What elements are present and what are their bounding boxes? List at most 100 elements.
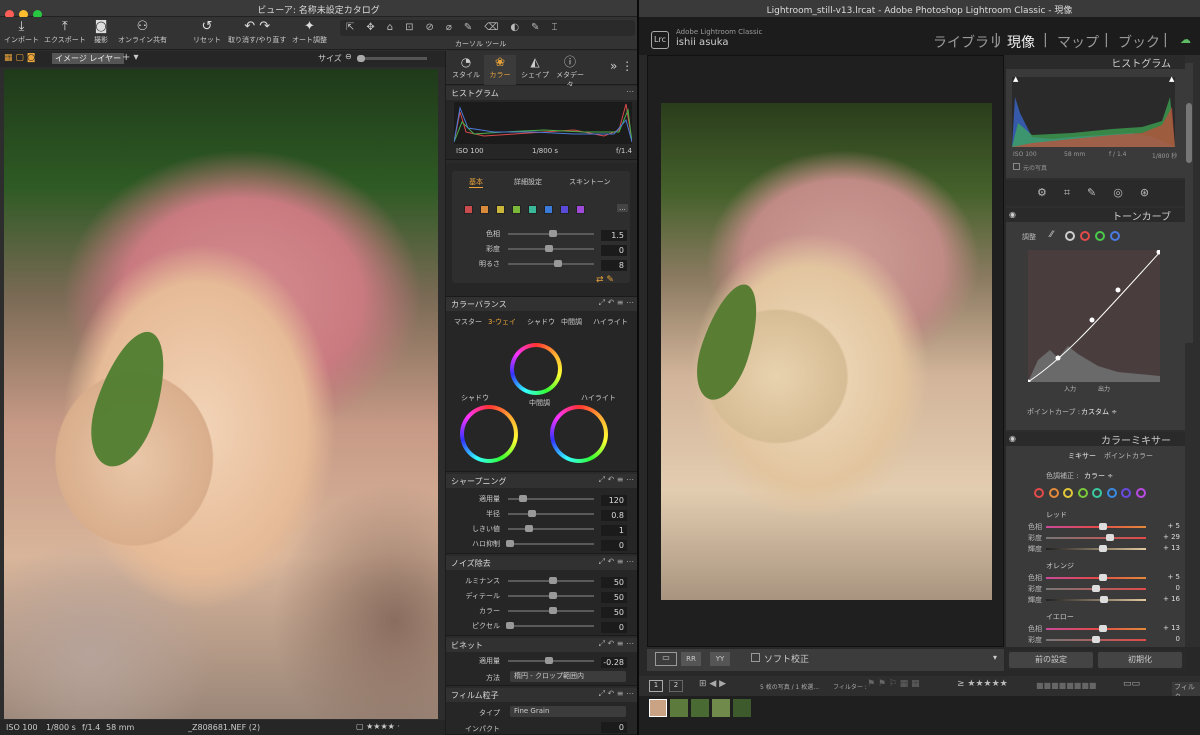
undo-redo-button[interactable]: ↶ ↷ 取り消す/やり直す — [228, 19, 286, 45]
grid-nav-icon[interactable]: ⊞ ◀ ▶ — [699, 679, 726, 689]
grain-impact-value[interactable]: 0 — [601, 722, 627, 733]
slider-knob[interactable] — [1099, 625, 1107, 632]
slider-knob[interactable] — [553, 260, 562, 267]
slider-knob[interactable] — [544, 657, 553, 664]
adjust-slider[interactable] — [508, 607, 594, 614]
before-after-icon[interactable]: YY — [710, 652, 730, 666]
mixer-color-ring[interactable] — [1063, 488, 1073, 498]
color-editor-value[interactable]: 0 — [601, 245, 627, 256]
mixer-row-value[interactable]: 0 — [1156, 635, 1180, 643]
cb-tab-master[interactable]: マスター — [454, 317, 482, 327]
red-curve-ring[interactable] — [1080, 231, 1090, 241]
cloud-sync-icon[interactable]: ☁ — [1180, 33, 1191, 46]
mixer-slider[interactable] — [1046, 534, 1146, 541]
loupe-view-icon[interactable]: ▭ — [655, 652, 677, 666]
mixer-row-value[interactable]: + 16 — [1156, 595, 1180, 603]
mixer-color-ring[interactable] — [1048, 488, 1059, 498]
panel-actions-icon[interactable]: ⤢ ↶ ≡ ⋯ — [599, 639, 634, 649]
master-color-wheel[interactable] — [510, 343, 562, 395]
more-icon[interactable]: ⋯ — [626, 87, 634, 96]
mixer-color-ring[interactable] — [1106, 488, 1117, 498]
parametric-curve-icon[interactable]: ⁄⁄ — [1050, 230, 1053, 240]
slider-value[interactable]: 0 — [601, 540, 627, 551]
color-mixer-header[interactable]: カラーミキサー — [1006, 432, 1185, 447]
view-mode-select[interactable]: イメージ レイヤー — [52, 53, 125, 64]
tab-advanced[interactable]: 詳細設定 — [514, 177, 542, 187]
tab-skin-tone[interactable]: スキントーン — [569, 177, 610, 187]
slider-knob[interactable] — [549, 577, 557, 584]
more-tabs-icon[interactable]: » ⋮ — [610, 59, 633, 73]
color-editor-value[interactable]: 8 — [601, 260, 627, 271]
adjust-slider[interactable] — [508, 495, 594, 502]
tone-curve-graph[interactable] — [1028, 250, 1160, 382]
slider-knob[interactable] — [545, 245, 554, 252]
mixer-slider[interactable] — [1046, 585, 1146, 592]
filter-preset-icon[interactable]: ▭▭ — [1123, 679, 1140, 689]
mixer-slider[interactable] — [1046, 523, 1146, 530]
mixer-row-value[interactable]: + 5 — [1156, 573, 1180, 581]
rgb-curve-ring[interactable] — [1065, 231, 1075, 241]
mixer-color-ring[interactable] — [1092, 488, 1102, 498]
color-swatch[interactable] — [576, 205, 585, 214]
star-filter[interactable]: ≥ ★★★★★ — [957, 679, 1008, 689]
color-label-filter[interactable]: ■■■■■■■■ — [1036, 681, 1096, 690]
mixer-slider[interactable] — [1046, 625, 1146, 632]
slider-value[interactable]: 50 — [601, 577, 627, 588]
export-button[interactable]: ⤒ エクスポート — [44, 19, 86, 45]
shadow-clip-icon[interactable]: ▲ — [1013, 75, 1018, 83]
cursor-tools-strip[interactable]: ⇱✥⌂⊡⊘⌀✎⌫◐✎⌶ — [340, 20, 635, 36]
slider-knob[interactable] — [548, 230, 557, 237]
add-icon[interactable]: + ▾ — [122, 52, 139, 63]
adjust-slider[interactable] — [506, 540, 594, 547]
lr-panel-scrollbar[interactable] — [1185, 63, 1193, 343]
lr-image-canvas[interactable] — [647, 55, 1004, 647]
mixer-slider[interactable] — [1046, 596, 1146, 603]
slider-knob[interactable] — [1099, 545, 1107, 552]
color-swatch[interactable] — [496, 205, 505, 214]
filmstrip-thumb[interactable] — [712, 699, 730, 717]
original-photo-checkbox[interactable] — [1013, 163, 1020, 170]
color-swatch[interactable] — [512, 205, 521, 214]
slider-knob[interactable] — [518, 495, 527, 502]
tab-basic[interactable]: 基本 — [469, 177, 483, 188]
tab-style[interactable]: ◔ スタイル — [450, 55, 482, 80]
slider-value[interactable]: 50 — [601, 592, 627, 603]
visibility-eye-icon[interactable]: ◉ — [1009, 434, 1016, 443]
import-button[interactable]: ⤓ インポート — [4, 19, 39, 45]
slider-knob[interactable] — [524, 525, 533, 532]
slider-value[interactable]: 0 — [601, 622, 627, 633]
color-editor-value[interactable]: 1.5 — [601, 230, 627, 241]
shadow-color-wheel[interactable] — [460, 405, 518, 463]
mixer-color-ring[interactable] — [1121, 488, 1131, 498]
cb-tab-shadow[interactable]: シャドウ — [527, 317, 555, 327]
mixer-color-ring[interactable] — [1034, 488, 1044, 498]
page-1-button[interactable]: 1 — [649, 680, 663, 692]
adjust-slider[interactable] — [508, 577, 594, 584]
filmstrip-thumb[interactable] — [691, 699, 709, 717]
filmstrip-thumb[interactable] — [733, 699, 751, 717]
share-button[interactable]: ⚇ オンライン共有 — [118, 19, 167, 45]
panel-actions-icon[interactable]: ⤢ ↶ ≡ ⋯ — [599, 475, 634, 485]
picker-icon[interactable]: ⇄ ✎ — [596, 275, 614, 285]
slider-value[interactable]: 120 — [601, 495, 627, 506]
mixer-slider[interactable] — [1046, 574, 1146, 581]
slider-value[interactable]: 50 — [601, 607, 627, 618]
color-swatch[interactable] — [480, 205, 489, 214]
slider-knob[interactable] — [1092, 585, 1100, 592]
compare-view-icon[interactable]: RR — [681, 652, 701, 666]
tab-color[interactable]: ❀ カラー — [484, 55, 516, 85]
panel-actions-icon[interactable]: ⤢ ↶ ≡ ⋯ — [599, 689, 634, 699]
highlight-color-wheel[interactable] — [550, 405, 608, 463]
cb-tab-highlight[interactable]: ハイライト — [593, 317, 628, 327]
slider-knob[interactable] — [1099, 574, 1107, 581]
slider-knob[interactable] — [506, 622, 514, 629]
module-library[interactable]: ライブラリ — [933, 32, 1003, 52]
slider-value[interactable]: 0.8 — [601, 510, 627, 521]
slider-value[interactable]: -0.28 — [601, 657, 627, 668]
grid-view-icon[interactable]: ▦ ▢ ◙ — [4, 53, 35, 63]
mixer-color-ring[interactable] — [1135, 488, 1146, 498]
adjust-slider[interactable] — [508, 525, 594, 532]
slider-knob[interactable] — [1106, 534, 1114, 541]
module-map[interactable]: マップ — [1057, 32, 1099, 52]
panel-actions-icon[interactable]: ⤢ ↶ ≡ ⋯ — [599, 557, 634, 567]
